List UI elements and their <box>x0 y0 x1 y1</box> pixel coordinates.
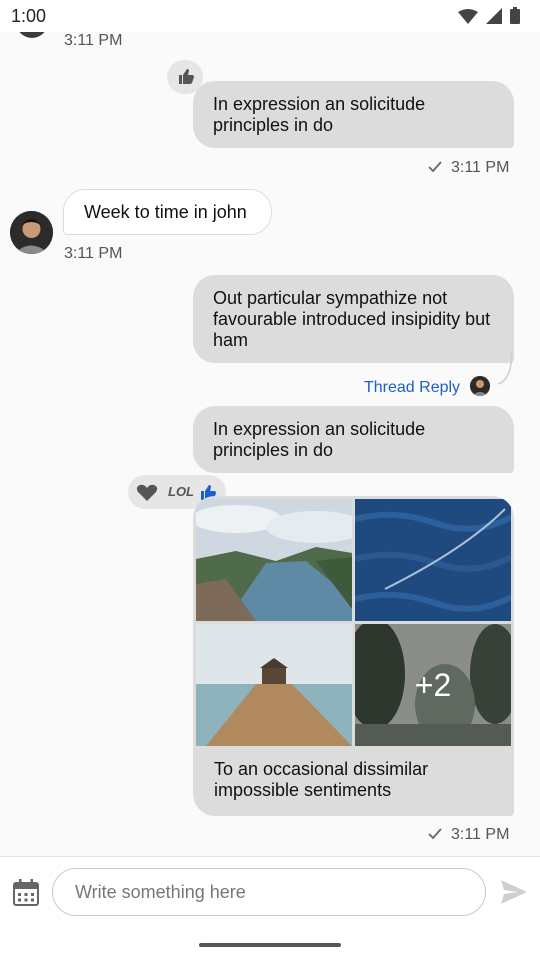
more-photos-count: +2 <box>355 624 511 746</box>
avatar[interactable] <box>10 211 53 254</box>
avatar[interactable] <box>470 376 490 396</box>
message-text: Week to time in john <box>84 202 247 222</box>
message-bubble-outgoing[interactable]: In expression an solicitude principles i… <box>193 406 514 473</box>
message-text: Out particular sympathize not favourable… <box>213 288 491 350</box>
status-icons <box>440 6 530 26</box>
thread-connector <box>497 350 513 385</box>
signal-icon <box>486 8 502 24</box>
message-input-container[interactable] <box>52 868 486 916</box>
media-message[interactable]: +2 To an occasional dissimilar impossibl… <box>193 496 514 816</box>
photo-ocean[interactable] <box>355 499 511 621</box>
wifi-icon <box>458 9 478 24</box>
battery-icon <box>510 7 520 24</box>
navigation-handle[interactable] <box>199 943 341 947</box>
heart-icon[interactable] <box>136 483 158 503</box>
avatar[interactable] <box>14 32 50 38</box>
status-bar: 1:00 <box>0 0 540 32</box>
calendar-icon[interactable] <box>13 879 39 907</box>
message-timestamp: 3:11 PM <box>64 245 123 262</box>
message-bubble-incoming[interactable]: Week to time in john <box>63 189 272 235</box>
message-timestamp: 3:11 PM <box>451 826 510 843</box>
photo-forest-more[interactable]: +2 <box>355 624 511 746</box>
lol-reaction[interactable]: LOL <box>168 484 194 499</box>
message-text: In expression an solicitude principles i… <box>213 94 426 135</box>
photo-fjord[interactable] <box>196 499 352 621</box>
message-input[interactable] <box>73 881 467 904</box>
message-list[interactable]: 3:11 PM In expression an solicitude prin… <box>0 32 540 856</box>
message-composer <box>0 856 540 961</box>
checkmark-icon <box>428 161 442 173</box>
thread-reply-link[interactable]: Thread Reply <box>364 379 460 397</box>
message-bubble-outgoing[interactable]: Out particular sympathize not favourable… <box>193 275 514 363</box>
message-text: To an occasional dissimilar impossible s… <box>214 759 429 800</box>
send-icon[interactable] <box>500 879 528 905</box>
status-time: 1:00 <box>11 6 47 26</box>
checkmark-icon <box>428 828 442 840</box>
message-timestamp: 3:11 PM <box>451 159 510 176</box>
message-timestamp: 3:11 PM <box>64 32 123 49</box>
message-text: In expression an solicitude principles i… <box>213 419 426 460</box>
photo-pier[interactable] <box>196 624 352 746</box>
message-bubble-outgoing[interactable]: In expression an solicitude principles i… <box>193 81 514 148</box>
